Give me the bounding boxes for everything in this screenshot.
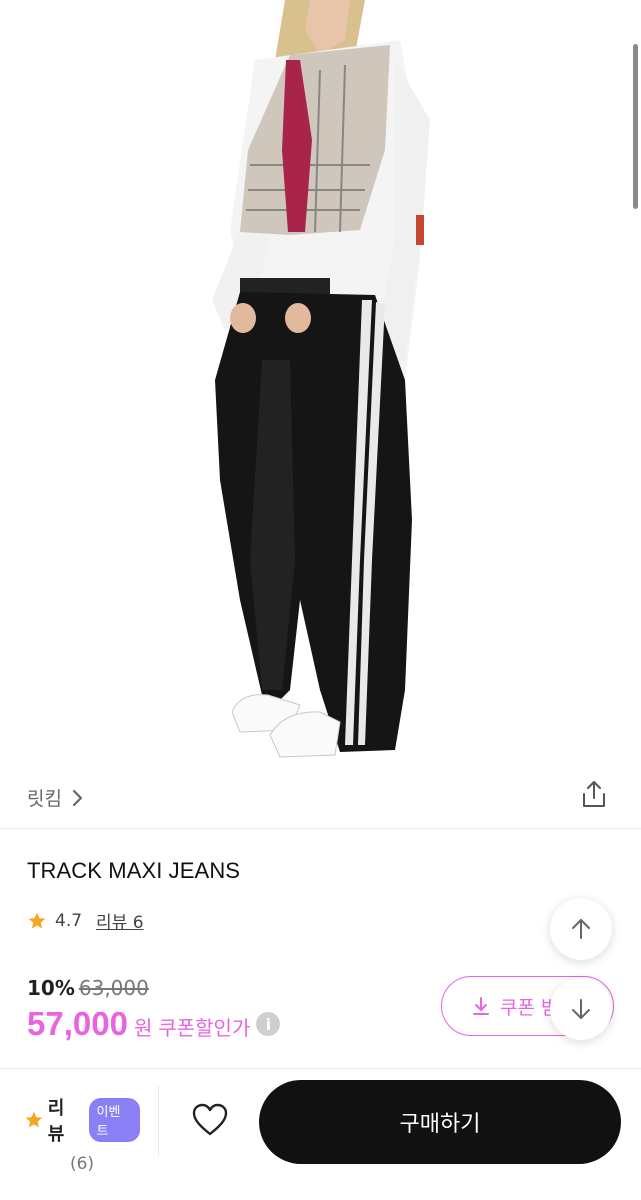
vertical-divider bbox=[158, 1086, 159, 1156]
review-link[interactable]: 리뷰 6 bbox=[96, 908, 144, 933]
info-icon[interactable]: i bbox=[256, 1012, 281, 1036]
star-icon bbox=[28, 912, 46, 928]
rating-row: 4.7 리뷰 6 bbox=[27, 908, 144, 933]
product-photo bbox=[212, 0, 430, 758]
review-label: 리뷰 bbox=[47, 1098, 65, 1145]
image-scrollbar[interactable] bbox=[633, 44, 638, 209]
buy-button[interactable]: 구매하기 bbox=[259, 1080, 621, 1164]
review-count: (6) bbox=[69, 1154, 95, 1174]
currency: 원 bbox=[133, 1016, 153, 1040]
brand-link[interactable]: 릿킴 bbox=[27, 784, 84, 811]
section-divider bbox=[0, 828, 641, 829]
brand-name: 릿킴 bbox=[27, 788, 62, 810]
review-event-button[interactable]: 리뷰 이벤트 (6) bbox=[24, 1094, 140, 1174]
arrow-up-icon bbox=[572, 919, 590, 939]
product-title: TRACK MAXI JEANS bbox=[27, 858, 241, 883]
discount-percent: 10% bbox=[27, 976, 75, 1000]
sale-price: 57,000 bbox=[27, 1005, 128, 1042]
discount-row: 10% 63,000 bbox=[27, 976, 149, 1000]
original-price: 63,000 bbox=[78, 976, 149, 1000]
share-icon bbox=[583, 781, 605, 807]
star-icon bbox=[25, 1111, 43, 1128]
heart-icon bbox=[192, 1103, 228, 1136]
download-icon bbox=[473, 997, 489, 1015]
brand-row: 릿킴 bbox=[0, 770, 641, 826]
event-badge: 이벤트 bbox=[88, 1098, 140, 1142]
arrow-down-icon bbox=[572, 999, 590, 1019]
scroll-up-button[interactable] bbox=[550, 898, 612, 960]
price-row: 57,000 원 쿠폰할인가 i bbox=[27, 1005, 281, 1043]
product-image bbox=[0, 0, 641, 770]
share-button[interactable] bbox=[578, 778, 610, 810]
scroll-down-button[interactable] bbox=[550, 978, 612, 1040]
wishlist-button[interactable] bbox=[190, 1100, 230, 1140]
chevron-right-icon bbox=[72, 789, 83, 806]
coupon-price-note: 쿠폰할인가 bbox=[158, 1016, 251, 1040]
rating-value: 4.7 bbox=[55, 910, 83, 931]
